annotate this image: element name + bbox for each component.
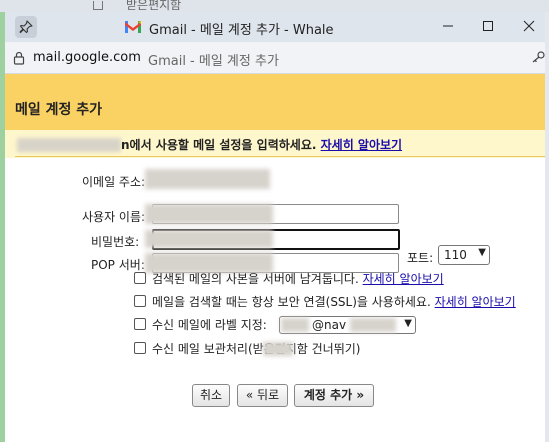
redacted-email-value (145, 169, 270, 189)
pop-server-label: POP 서버: (91, 258, 145, 272)
learn-more-link[interactable]: 자세히 알아보기 (321, 138, 402, 152)
title-bar: Gmail - 메일 계정 추가 - Whale (5, 12, 545, 42)
port-select[interactable]: 110 ▼ (438, 245, 490, 265)
redacted-label-prefix (281, 318, 309, 332)
add-account-button[interactable]: 계정 추가 » (294, 384, 374, 407)
pin-icon (19, 20, 33, 34)
background-checkbox (93, 1, 103, 10)
ssl-checkbox[interactable] (134, 295, 146, 307)
popup-header: 메일 계정 추가 (5, 74, 545, 130)
instruction-bar: n에서 사용할 메일 설정을 입력하세요. 자세히 알아보기 (5, 130, 545, 158)
archive-incoming-checkbox[interactable] (134, 342, 146, 354)
lock-icon[interactable] (13, 51, 25, 65)
minimize-icon (443, 25, 453, 27)
close-button[interactable] (517, 15, 541, 37)
key-icon[interactable] (531, 51, 545, 63)
background-right-edge (545, 12, 549, 442)
redacted-account-name (17, 138, 121, 152)
cancel-button[interactable]: 취소 (192, 384, 230, 407)
url-host: mail.google.com (33, 50, 141, 65)
ssl-option: 메일을 검색할 때는 항상 보안 연결(SSL)을 사용하세요. 자세히 알아보… (152, 295, 516, 309)
redacted-option-text (263, 342, 293, 356)
maximize-button[interactable] (476, 15, 500, 37)
chevron-down-icon: ▼ (404, 318, 412, 329)
redacted-label-suffix (350, 318, 396, 332)
instruction-divider (15, 156, 545, 157)
port-value: 110 (444, 248, 467, 262)
pin-button[interactable] (15, 16, 37, 38)
label-incoming-option: 수신 메일에 라벨 지정: (152, 318, 267, 332)
redacted-username-value (145, 204, 273, 224)
minimize-button[interactable] (436, 15, 460, 37)
background-window-strip: 받은편지함 (0, 0, 549, 12)
gmail-logo-icon (125, 21, 141, 33)
maximize-icon (483, 21, 493, 31)
close-icon (523, 20, 535, 32)
archive-incoming-option: 수신 메일 보관처리(받은편지함 건너뛰기) (152, 342, 361, 356)
instruction-text: n에서 사용할 메일 설정을 입력하세요. 자세히 알아보기 (121, 138, 403, 152)
email-label: 이메일 주소: (82, 175, 146, 189)
ssl-learn-more-link[interactable]: 자세히 알아보기 (435, 295, 516, 309)
label-incoming-checkbox[interactable] (134, 318, 146, 330)
popup-window: Gmail - 메일 계정 추가 - Whale mail.google.com… (5, 12, 545, 442)
window-title: Gmail - 메일 계정 추가 - Whale (149, 23, 334, 38)
chevron-down-icon: ▼ (478, 247, 486, 258)
leave-copy-checkbox[interactable] (134, 272, 146, 284)
back-button[interactable]: « 뒤로 (237, 384, 288, 407)
port-label: 포트: (407, 251, 434, 265)
username-label: 사용자 이름: (82, 210, 146, 224)
url-page-title: Gmail - 메일 계정 추가 (148, 54, 279, 69)
popup-title: 메일 계정 추가 (15, 102, 103, 118)
redacted-password-value (145, 230, 273, 248)
leave-copy-option: 검색된 메일의 사본을 서버에 남겨둡니다. 자세히 알아보기 (152, 272, 444, 286)
address-bar[interactable]: mail.google.com Gmail - 메일 계정 추가 (5, 42, 545, 74)
label-select-value: @nav (312, 318, 347, 332)
leave-copy-learn-more-link[interactable]: 자세히 알아보기 (363, 272, 444, 286)
password-label: 비밀번호: (91, 235, 140, 249)
